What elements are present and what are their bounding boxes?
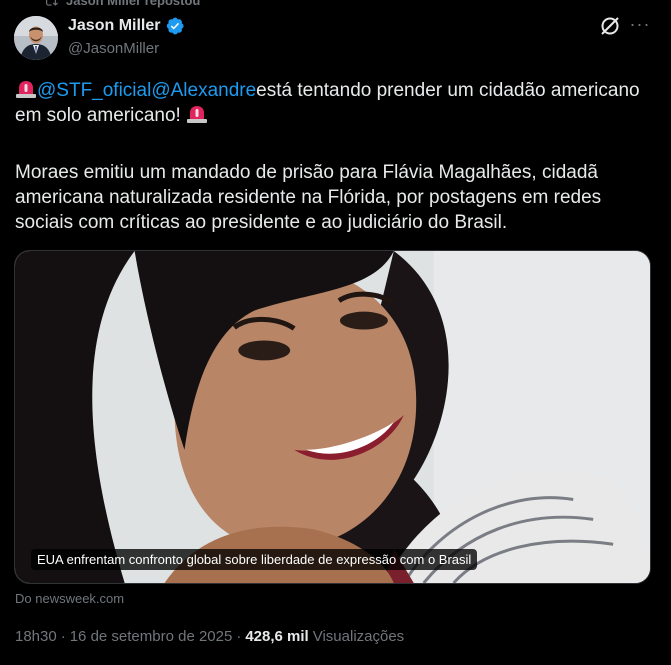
more-icon[interactable]: ··· [628,14,652,38]
tweet-text-line1: @STF_oficial@Alexandreestá tentando pren… [15,78,660,128]
card-source[interactable]: Do newsweek.com [15,591,124,606]
grok-button[interactable] [598,14,622,38]
timestamp-date[interactable]: 16 de setembro de 2025 [70,628,233,645]
meta-separator: · [60,628,66,645]
police-siren-icon [16,81,36,98]
verified-badge-icon [167,17,185,35]
link-card-image[interactable]: EUA enfrentam confronto global sobre lib… [14,250,651,584]
mention-stf[interactable]: @STF_oficial [37,80,151,101]
avatar[interactable] [14,16,58,60]
avatar-image [14,16,58,60]
tweet-meta: 18h30 · 16 de setembro de 2025 · 428,6 m… [15,628,404,645]
tweet-text-paragraph: Moraes emitiu um mandado de prisão para … [15,162,602,233]
author-handle[interactable]: @JasonMiller [68,40,159,57]
author-name-row[interactable]: Jason Miller [68,16,185,36]
author-name[interactable]: Jason Miller [68,17,160,35]
mention-alexandre[interactable]: @Alexandre [151,80,256,101]
views-label: Visualizações [312,628,405,645]
meta-separator: · [236,628,242,645]
repost-icon [46,0,58,6]
repost-indicator[interactable]: Jason Miller repostou [44,0,200,8]
timestamp-time[interactable]: 18h30 [15,628,57,645]
photo [15,251,650,583]
police-siren-icon [187,106,208,123]
card-caption: EUA enfrentam confronto global sobre lib… [31,549,478,570]
repost-label: Jason Miller repostou [66,0,201,8]
grok-icon [601,17,619,35]
views-count: 428,6 mil [245,628,309,645]
